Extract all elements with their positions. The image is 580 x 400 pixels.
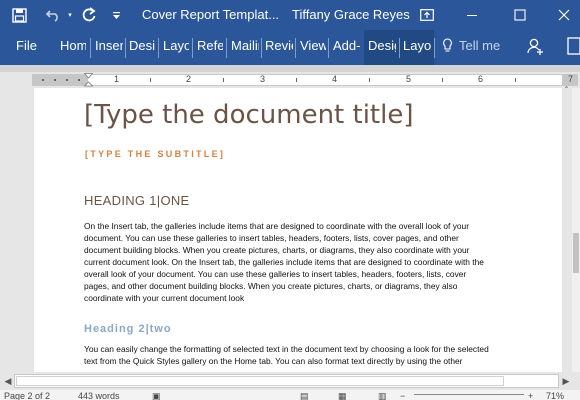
paragraph-line: document. You can use these galleries to… [84, 233, 459, 243]
ruler-band: 1 2 3 4 5 6 7 [32, 74, 578, 86]
ruler-number: 6 [478, 74, 484, 84]
ruler-number: 1 [114, 74, 120, 84]
paragraph-1[interactable]: On the Insert tab, the galleries include… [84, 220, 554, 304]
ruler-number: 5 [406, 74, 412, 84]
tab-separator [399, 38, 400, 58]
tab-separator [328, 38, 329, 58]
tab-separator [226, 38, 227, 58]
title-bar: ▾ Cover Report Templat... Tiffany Grace … [0, 0, 580, 30]
minimize-icon[interactable] [460, 0, 484, 30]
zoom-in-icon[interactable]: + [528, 391, 533, 400]
tab-review[interactable]: Review [265, 38, 293, 53]
tab-design[interactable]: Design [129, 38, 155, 53]
tell-me-box[interactable]: Tell me [459, 38, 505, 53]
ruler-number: 4 [332, 74, 338, 84]
tab-home[interactable]: Home [60, 38, 86, 53]
heading-1[interactable]: HEADING 1|ONE [84, 193, 190, 208]
tab-layout[interactable]: Layout [163, 38, 189, 53]
zoom-out-icon[interactable]: − [400, 391, 405, 400]
paragraph-line: You can easily change the formatting of … [84, 344, 489, 354]
paragraph-line: current document look. On the Insert tab… [84, 257, 484, 267]
page-count[interactable]: Page 2 of 2 [4, 391, 50, 400]
scroll-right-icon[interactable]: ▶ [560, 374, 572, 388]
zoom-level[interactable]: 71% [546, 391, 564, 400]
ruler-number: 2 [186, 74, 192, 84]
ribbon-options-icon[interactable] [566, 36, 580, 59]
redo-icon[interactable] [78, 0, 100, 30]
ribbon-tab-bar: File Home Insert Design Layout Reference… [0, 30, 580, 65]
document-title-text: Cover Report Templat... [142, 7, 280, 22]
paragraph-line: overall look of your document. You can u… [84, 269, 467, 279]
tab-separator [261, 38, 262, 58]
undo-icon[interactable] [42, 0, 64, 30]
document-subtitle[interactable]: [TYPE THE SUBTITLE] [85, 149, 225, 159]
proofing-icon[interactable]: ▣ [152, 391, 161, 400]
tab-separator [90, 38, 91, 58]
tab-add-ins[interactable]: Add-ins [333, 38, 361, 53]
paragraph-2[interactable]: You can easily change the formatting of … [84, 343, 554, 367]
user-name[interactable]: Tiffany Grace Reyes [292, 7, 410, 22]
share-person-icon[interactable] [526, 37, 546, 58]
ribbon-collapsed-strip [0, 65, 580, 72]
status-bar: Page 2 of 2 443 words ▣ ▤ ▦ ▥ − + 71% [0, 390, 580, 400]
vertical-scrollbar[interactable] [572, 88, 580, 372]
document-page[interactable]: [Type the document title] [TYPE THE SUBT… [34, 88, 562, 372]
scroll-left-icon[interactable]: ◀ [2, 374, 14, 388]
tab-contextual-layout[interactable]: Layout [403, 38, 431, 53]
tab-mailings[interactable]: Mailings [231, 38, 259, 53]
tab-separator [192, 38, 193, 58]
tab-separator [434, 38, 435, 58]
save-icon[interactable] [8, 0, 30, 30]
document-scroll-area[interactable]: [Type the document title] [TYPE THE SUBT… [0, 88, 572, 372]
maximize-icon[interactable] [508, 0, 532, 30]
vertical-scroll-thumb[interactable] [573, 233, 579, 273]
zoom-slider[interactable] [414, 394, 524, 395]
paragraph-line: document building blocks. When you creat… [84, 245, 470, 255]
ruler-number: 3 [260, 74, 266, 84]
paragraph-line: text from the Quick Styles gallery on th… [84, 356, 463, 366]
heading-2[interactable]: Heading 2|two [84, 323, 172, 335]
tab-separator [125, 38, 126, 58]
ribbon-display-options-icon[interactable] [416, 0, 438, 30]
horizontal-scroll-thumb[interactable] [16, 376, 504, 386]
close-icon[interactable] [552, 0, 576, 30]
tab-view[interactable]: View [300, 38, 326, 53]
lightbulb-icon [442, 38, 456, 56]
paragraph-line: pages, and other document building block… [84, 281, 458, 291]
tab-contextual-design[interactable]: Design [368, 38, 396, 53]
read-mode-icon[interactable]: ▤ [300, 391, 309, 400]
tab-separator [158, 38, 159, 58]
tab-separator [295, 38, 296, 58]
tab-references[interactable]: References [197, 38, 223, 53]
tab-insert[interactable]: Insert [95, 38, 123, 53]
undo-dropdown-icon[interactable]: ▾ [64, 0, 76, 30]
tab-file[interactable]: File [16, 38, 40, 53]
horizontal-scrollbar[interactable]: ◀ ▶ [0, 372, 572, 390]
document-title[interactable]: [Type the document title] [84, 100, 413, 130]
paragraph-line: coordinate with your current document lo… [84, 293, 245, 303]
web-layout-icon[interactable]: ▥ [378, 391, 387, 400]
horizontal-ruler[interactable]: 1 2 3 4 5 6 7 [0, 72, 580, 93]
horizontal-scroll-track[interactable] [14, 374, 559, 388]
print-layout-icon[interactable]: ▦ [338, 391, 347, 400]
customize-quick-access-icon[interactable] [108, 0, 124, 30]
word-count[interactable]: 443 words [78, 391, 120, 400]
paragraph-line: On the Insert tab, the galleries include… [84, 221, 470, 231]
